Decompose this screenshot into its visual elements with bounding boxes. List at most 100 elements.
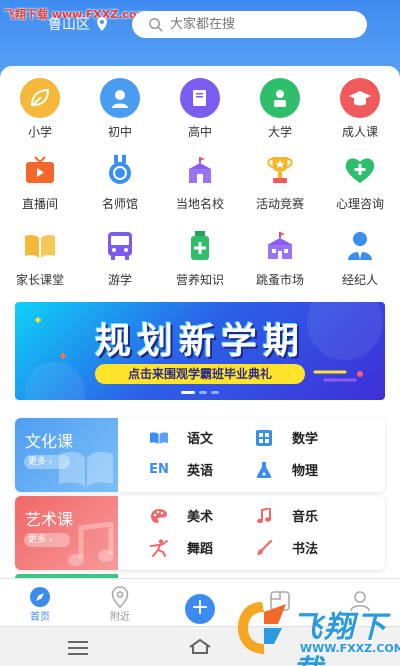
school-icon bbox=[180, 150, 220, 190]
dancer-icon bbox=[145, 538, 173, 557]
subject-label: 物理 bbox=[292, 464, 319, 479]
banner-pagination bbox=[15, 391, 385, 394]
category-label: 营养知识 bbox=[175, 273, 224, 287]
banner-dot bbox=[199, 391, 207, 394]
nav-add[interactable]: + bbox=[160, 579, 240, 626]
category-middle-school[interactable]: 初中 bbox=[80, 78, 160, 140]
person-icon bbox=[100, 78, 140, 118]
music-note-icon bbox=[68, 522, 114, 566]
subject-label: 美术 bbox=[187, 510, 214, 525]
category-label: 直播间 bbox=[21, 197, 58, 211]
category-label: 名师馆 bbox=[101, 197, 138, 211]
category-label: 小学 bbox=[27, 125, 52, 139]
subject-calligraphy[interactable]: 书法 bbox=[250, 538, 318, 557]
subject-label: 舞蹈 bbox=[187, 542, 214, 557]
category-local-school[interactable]: 当地名校 bbox=[160, 150, 240, 212]
category-nutrition[interactable]: 营养知识 bbox=[160, 226, 240, 288]
category-live-room[interactable]: 直播间 bbox=[0, 150, 80, 212]
category-label: 当地名校 bbox=[175, 197, 224, 211]
course-card-culture: 文化课 更多 › 语文 数学 EN 英语 物理 bbox=[15, 418, 385, 492]
subject-label: 书法 bbox=[292, 542, 319, 557]
calculator-icon bbox=[250, 429, 278, 446]
promo-banner[interactable]: 规划新学期 点击来围观学霸班毕业典礼 bbox=[15, 302, 385, 400]
banner-title: 规划新学期 bbox=[94, 320, 305, 362]
category-competition[interactable]: 活动竞赛 bbox=[240, 150, 320, 212]
graduation-cap-icon bbox=[340, 78, 380, 118]
subject-fine-art[interactable]: 美术 bbox=[145, 506, 213, 525]
category-primary-school[interactable]: 小学 bbox=[0, 78, 80, 140]
category-row-2: 直播间 名师馆 当地名校 活动竞赛 心理咨询 bbox=[0, 150, 400, 212]
subject-english[interactable]: EN 英语 bbox=[145, 460, 213, 479]
subject-math[interactable]: 数学 bbox=[250, 428, 318, 447]
brand-url: WWW.FXXZ.COM bbox=[300, 642, 400, 655]
category-label: 跳蚤市场 bbox=[255, 273, 304, 287]
category-university[interactable]: 大学 bbox=[240, 78, 320, 140]
location-label: 鲁山区 bbox=[48, 17, 90, 33]
course-title: 文化课 bbox=[25, 432, 74, 451]
subject-dance[interactable]: 舞蹈 bbox=[145, 538, 213, 557]
subject-label: 音乐 bbox=[292, 510, 319, 525]
category-label: 大学 bbox=[267, 125, 292, 139]
category-label: 家长课堂 bbox=[15, 273, 64, 287]
category-label: 成人课 bbox=[341, 125, 378, 139]
main-content: 小学 初中 高中 大学 成人课 直播间 名师馆 当地名校 活动竞赛 心理咨询 家… bbox=[0, 66, 400, 578]
en-icon: EN bbox=[149, 462, 169, 477]
search-input[interactable] bbox=[170, 17, 350, 32]
subject-chinese[interactable]: 语文 bbox=[145, 428, 213, 447]
course-side-art[interactable]: 艺术课 更多 › bbox=[15, 496, 118, 570]
subject-physics[interactable]: 物理 bbox=[250, 460, 318, 479]
search-icon bbox=[149, 18, 163, 32]
more-button[interactable]: 更多 › bbox=[24, 533, 70, 547]
compass-icon bbox=[30, 587, 50, 607]
banner-dot bbox=[181, 391, 195, 394]
palette-icon bbox=[145, 508, 173, 524]
nav-label: 附近 bbox=[110, 612, 130, 623]
category-label: 游学 bbox=[107, 273, 132, 287]
category-label: 活动竞赛 bbox=[255, 197, 304, 211]
brush-icon bbox=[250, 539, 278, 556]
leaf-icon bbox=[20, 78, 60, 118]
search-box[interactable] bbox=[132, 11, 367, 38]
subject-label: 数学 bbox=[292, 432, 319, 447]
brand-text: 飞翔下载 bbox=[292, 610, 388, 666]
heart-plus-icon bbox=[340, 150, 380, 190]
bottle-icon bbox=[180, 226, 220, 266]
category-flea-market[interactable]: 跳蚤市场 bbox=[240, 226, 320, 288]
subject-label: 语文 bbox=[187, 432, 214, 447]
category-label: 初中 bbox=[107, 125, 132, 139]
student-icon bbox=[260, 78, 300, 118]
category-high-school[interactable]: 高中 bbox=[160, 78, 240, 140]
music-note-icon bbox=[250, 507, 278, 524]
subject-music[interactable]: 音乐 bbox=[250, 506, 318, 525]
course-card-art: 艺术课 更多 › 美术 音乐 舞蹈 书法 bbox=[15, 496, 385, 570]
category-study-tour[interactable]: 游学 bbox=[80, 226, 160, 288]
nav-home[interactable]: 首页 bbox=[0, 579, 80, 626]
flask-icon bbox=[250, 461, 278, 478]
location-pin-icon bbox=[97, 17, 107, 31]
category-label: 高中 bbox=[187, 125, 212, 139]
category-teacher-hall[interactable]: 名师馆 bbox=[80, 150, 160, 212]
market-icon bbox=[260, 226, 300, 266]
subject-label: 英语 bbox=[187, 464, 214, 479]
bus-icon bbox=[100, 226, 140, 266]
category-agent[interactable]: 经纪人 bbox=[320, 226, 400, 288]
open-book-icon bbox=[145, 431, 173, 445]
category-label: 心理咨询 bbox=[335, 197, 384, 211]
tv-icon bbox=[20, 150, 60, 190]
brand-logo-icon bbox=[238, 602, 286, 654]
category-psych-consult[interactable]: 心理咨询 bbox=[320, 150, 400, 212]
menu-icon[interactable] bbox=[68, 641, 88, 659]
nav-nearby[interactable]: 附近 bbox=[80, 579, 160, 626]
banner-subtitle: 点击来围观学霸班毕业典礼 bbox=[95, 364, 305, 384]
plus-icon: + bbox=[185, 594, 215, 624]
category-parent-class[interactable]: 家长课堂 bbox=[0, 226, 80, 288]
open-book-icon bbox=[20, 226, 60, 266]
more-button[interactable]: 更多 › bbox=[24, 455, 70, 469]
course-side-culture[interactable]: 文化课 更多 › bbox=[15, 418, 118, 492]
location-selector[interactable]: 鲁山区 bbox=[48, 14, 108, 34]
category-adult-course[interactable]: 成人课 bbox=[320, 78, 400, 140]
category-row-1: 小学 初中 高中 大学 成人课 bbox=[0, 78, 400, 140]
book-icon bbox=[180, 78, 220, 118]
home-icon[interactable] bbox=[188, 637, 212, 655]
location-pin-icon bbox=[111, 586, 129, 608]
